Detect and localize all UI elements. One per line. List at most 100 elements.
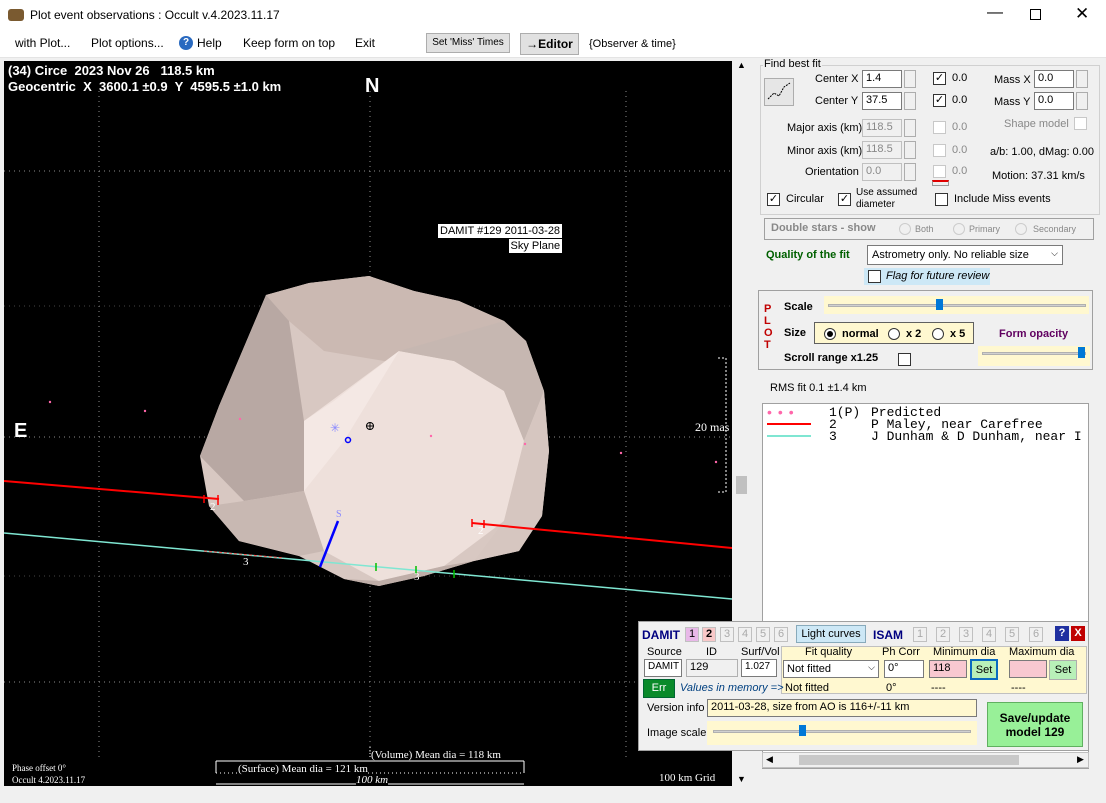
min-dia-set-button[interactable]: Set [970,659,998,680]
orientation-spinner[interactable] [904,163,916,181]
circular-checkbox[interactable]: ✓ [767,193,780,206]
ph-corr-field[interactable]: 0° [884,660,924,678]
radio-normal[interactable] [824,328,836,340]
min-dia-field[interactable]: 118 [929,660,967,678]
version-info-field[interactable]: 2011-03-28, size from AO is 116+/-11 km [707,699,977,717]
max-dia-set-button[interactable]: Set [1049,660,1077,680]
max-dia-field[interactable] [1009,660,1047,678]
use-assumed-checkbox[interactable]: ✓ [838,193,851,206]
damit-tab-5[interactable]: 5 [756,627,770,642]
radio-x5[interactable] [932,328,944,340]
radio-x2[interactable] [888,328,900,340]
damit-help-button[interactable]: ? [1055,626,1069,641]
center-x-checkbox[interactable]: ✓ [933,72,946,85]
minor-axis-checkbox[interactable] [933,144,946,157]
fit-quality-memory: Not fitted [785,682,830,694]
damit-tab-2[interactable]: 2 [702,627,716,642]
quality-select[interactable]: Astrometry only. No reliable size ⌵ [867,245,1063,265]
menu-exit[interactable]: Exit [355,36,375,50]
isam-tab-6[interactable]: 6 [1029,627,1043,642]
motion-label: Motion: 37.31 km/s [992,170,1085,182]
center-y-checkbox[interactable]: ✓ [933,94,946,107]
hscroll-right-icon[interactable]: ▶ [1077,754,1084,765]
center-x-spinner[interactable] [904,70,916,88]
mass-x-spinner[interactable] [1076,70,1088,88]
menu-keep-on-top[interactable]: Keep form on top [243,36,335,50]
set-miss-times-button[interactable]: Set 'Miss' Times [426,33,510,53]
damit-tab-6[interactable]: 6 [774,627,788,642]
id-field[interactable]: 129 [686,659,738,677]
err-button[interactable]: Err [643,679,675,698]
radio-primary[interactable] [953,223,965,235]
plot-hscrollbar[interactable] [0,786,734,803]
scroll-down-icon[interactable]: ▼ [737,774,746,784]
editor-button[interactable]: →Editor [520,33,579,55]
opacity-slider-track[interactable] [982,352,1086,355]
isam-tab-4[interactable]: 4 [982,627,996,642]
fit-quality-select[interactable]: Not fitted ⌵ [783,660,879,678]
flag-review-checkbox[interactable] [868,270,881,283]
image-scale-slider-thumb[interactable] [799,725,806,736]
minimize-button[interactable]: — [987,4,1003,22]
damit-tab-1[interactable]: 1 [685,627,699,642]
scale-slider-track[interactable] [828,304,1086,307]
mass-y-input[interactable]: 0.0 [1034,92,1074,110]
center-y-spinner[interactable] [904,92,916,110]
plot-letters: P L O T [764,303,774,351]
surf-vol-field[interactable]: 1.027 [741,659,777,677]
close-button[interactable]: ✕ [1075,4,1089,24]
scroll-up-icon[interactable]: ▲ [737,60,746,70]
scale-label: Scale [784,301,813,313]
isam-tab-1[interactable]: 1 [913,627,927,642]
fit-quality-header: Fit quality [805,646,853,658]
center-y-label: Center Y [815,95,859,107]
damit-panel: DAMIT 1 2 3 4 5 6 Light curves ISAM 1 2 … [638,621,1089,751]
opacity-slider-thumb[interactable] [1078,347,1085,358]
isam-tab-3[interactable]: 3 [959,627,973,642]
include-miss-checkbox[interactable] [935,193,948,206]
damit-tab-3[interactable]: 3 [720,627,734,642]
plot-title-line2: Geocentric X 3600.1 ±0.9 Y 4595.5 ±1.0 k… [8,79,282,94]
plot-letter-o: O [764,327,773,339]
hscroll-left-icon[interactable]: ◀ [766,754,773,765]
major-axis-checkbox[interactable] [933,121,946,134]
center-y-input[interactable]: 37.5 [862,92,902,110]
major-axis-input[interactable]: 118.5 [862,119,902,137]
mass-x-input[interactable]: 0.0 [1034,70,1074,88]
image-scale-slider-track[interactable] [713,730,971,733]
mass-y-spinner[interactable] [1076,92,1088,110]
plot-canvas[interactable]: ✳ (34) Circe 2023 Nov 26 118.5 km Geocen… [4,61,732,786]
major-axis-spinner[interactable] [904,119,916,137]
menu-plot-options[interactable]: Plot options... [91,36,164,50]
orientation-checkbox[interactable] [933,165,946,178]
damit-tab-4[interactable]: 4 [738,627,752,642]
isam-tab-5[interactable]: 5 [1005,627,1019,642]
fit-chart-icon [767,82,791,100]
isam-tab-2[interactable]: 2 [936,627,950,642]
save-update-button[interactable]: Save/update model 129 [987,702,1083,747]
minor-axis-input[interactable]: 118.5 [862,141,902,159]
light-curves-button[interactable]: Light curves [796,625,866,643]
source-field[interactable]: DAMIT [644,659,682,677]
rms-fit-label: RMS fit 0.1 ±1.4 km [770,382,867,394]
center-x-input[interactable]: 1.4 [862,70,902,88]
menu-help[interactable]: Help [197,36,222,50]
fit-button[interactable] [764,78,794,106]
shape-model-checkbox[interactable] [1074,117,1087,130]
image-scale-slider-bg [707,721,977,745]
scroll-thumb[interactable] [736,476,747,494]
legend-hscrollbar[interactable]: ◀ ▶ [762,752,1089,768]
scale-slider-thumb[interactable] [936,299,943,310]
scroll-range-checkbox[interactable] [898,353,911,366]
km-scale-label: 100 km [356,774,389,786]
minor-axis-spinner[interactable] [904,141,916,159]
radio-secondary[interactable] [1015,223,1027,235]
min-dia-header: Minimum dia [933,646,996,658]
plot-svg: ✳ [4,91,732,785]
radio-both[interactable] [899,223,911,235]
maximize-button[interactable] [1030,9,1041,20]
menu-with-plot[interactable]: with Plot... [15,36,70,50]
hscroll-thumb[interactable] [799,755,1019,765]
orientation-input[interactable]: 0.0 [862,163,902,181]
damit-close-button[interactable]: X [1071,626,1085,641]
